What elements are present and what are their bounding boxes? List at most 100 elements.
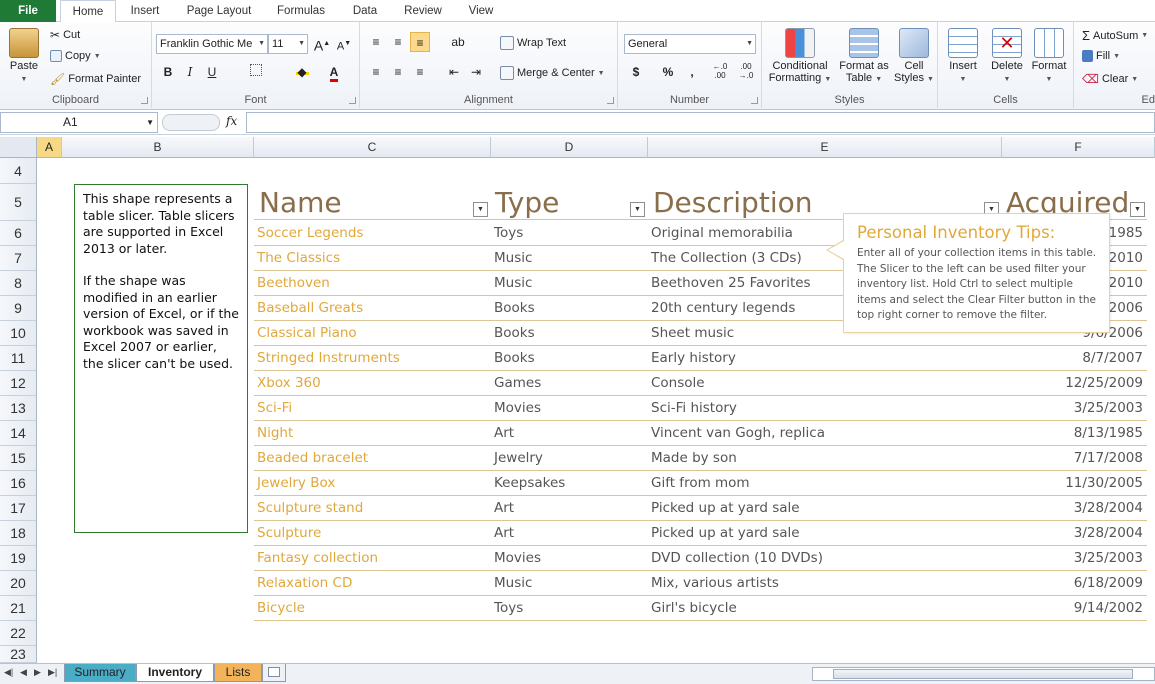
- table-cell-description[interactable]: Girl's bicycle: [651, 600, 737, 616]
- tab-view[interactable]: View: [460, 0, 502, 22]
- row-header-6[interactable]: 6: [0, 221, 37, 246]
- table-cell-name[interactable]: Stringed Instruments: [257, 350, 400, 366]
- table-cell-description[interactable]: Console: [651, 375, 705, 391]
- table-cell-type[interactable]: Music: [494, 575, 532, 591]
- align-center-icon[interactable]: ≡: [388, 62, 408, 82]
- column-header-c[interactable]: C: [254, 137, 491, 158]
- row-header-19[interactable]: 19: [0, 546, 37, 571]
- row-header-5[interactable]: 5: [0, 184, 37, 221]
- table-cell-name[interactable]: Sci-Fi: [257, 400, 292, 416]
- table-cell-description[interactable]: Made by son: [651, 450, 737, 466]
- table-cell-description[interactable]: Picked up at yard sale: [651, 525, 800, 541]
- table-cell-type[interactable]: Movies: [494, 550, 541, 566]
- table-cell-type[interactable]: Art: [494, 500, 514, 516]
- alignment-launcher-icon[interactable]: [607, 97, 614, 104]
- font-color-button[interactable]: A: [324, 62, 344, 82]
- row-header-15[interactable]: 15: [0, 446, 37, 471]
- table-cell-description[interactable]: The Collection (3 CDs): [651, 250, 802, 266]
- insert-function-button[interactable]: fx: [226, 114, 237, 128]
- first-sheet-icon[interactable]: ◀|: [4, 667, 13, 678]
- table-cell-description[interactable]: Sci-Fi history: [651, 400, 737, 416]
- cut-button[interactable]: ✂ Cut: [50, 28, 80, 42]
- next-sheet-icon[interactable]: ▶: [34, 667, 41, 678]
- tab-file[interactable]: File: [0, 0, 56, 22]
- format-cells-button[interactable]: Format ▼: [1028, 28, 1070, 86]
- table-cell-type[interactable]: Books: [494, 350, 535, 366]
- cell-styles-button[interactable]: Cell Styles ▼: [892, 28, 936, 86]
- scrollbar-thumb[interactable]: [833, 669, 1133, 679]
- column-header-e[interactable]: E: [648, 137, 1002, 158]
- table-cell-acquired[interactable]: 3/25/2003: [1000, 400, 1143, 416]
- select-all-corner[interactable]: [0, 137, 37, 158]
- font-launcher-icon[interactable]: [349, 97, 356, 104]
- number-format-combo[interactable]: General ▼: [624, 34, 756, 54]
- table-cell-name[interactable]: Sculpture stand: [257, 500, 363, 516]
- horizontal-scrollbar[interactable]: [812, 667, 1155, 681]
- sheet-tab-inventory[interactable]: Inventory: [136, 664, 214, 682]
- column-header-b[interactable]: B: [62, 137, 254, 158]
- tab-data[interactable]: Data: [344, 0, 386, 22]
- column-header-f[interactable]: F: [1002, 137, 1155, 158]
- table-cell-acquired[interactable]: 8/7/2007: [1000, 350, 1143, 366]
- row-header-10[interactable]: 10: [0, 321, 37, 346]
- row-header-20[interactable]: 20: [0, 571, 37, 596]
- table-cell-type[interactable]: Toys: [494, 600, 523, 616]
- table-cell-name[interactable]: Relaxation CD: [257, 575, 352, 591]
- prev-sheet-icon[interactable]: ◀: [20, 667, 27, 678]
- currency-button[interactable]: $: [626, 62, 646, 82]
- table-cell-acquired[interactable]: 3/28/2004: [1000, 525, 1143, 541]
- table-cell-acquired[interactable]: 3/25/2003: [1000, 550, 1143, 566]
- row-header-14[interactable]: 14: [0, 421, 37, 446]
- table-cell-description[interactable]: 20th century legends: [651, 300, 795, 316]
- paste-button[interactable]: Paste ▼: [4, 28, 44, 86]
- column-header-a[interactable]: A: [37, 137, 62, 158]
- increase-decimal-button[interactable]: ←.0 .00: [708, 62, 732, 82]
- decrease-decimal-button[interactable]: .00 →.0: [734, 62, 758, 82]
- table-cell-description[interactable]: Original memorabilia: [651, 225, 793, 241]
- name-box[interactable]: A1 ▼: [0, 112, 158, 133]
- row-header-17[interactable]: 17: [0, 496, 37, 521]
- table-cell-description[interactable]: Early history: [651, 350, 736, 366]
- row-header-21[interactable]: 21: [0, 596, 37, 621]
- table-cell-acquired[interactable]: 7/17/2008: [1000, 450, 1143, 466]
- font-family-combo[interactable]: Franklin Gothic Me ▼: [156, 34, 268, 54]
- align-right-icon[interactable]: ≡: [410, 62, 430, 82]
- table-cell-name[interactable]: Baseball Greats: [257, 300, 363, 316]
- table-cell-acquired[interactable]: 6/18/2009: [1000, 575, 1143, 591]
- align-middle-icon[interactable]: ≡: [388, 32, 408, 52]
- table-cell-acquired[interactable]: 9/14/2002: [1000, 600, 1143, 616]
- formula-bar-splitter-icon[interactable]: [162, 114, 220, 131]
- row-header-8[interactable]: 8: [0, 271, 37, 296]
- decrease-indent-icon[interactable]: ⇤: [444, 62, 464, 82]
- number-launcher-icon[interactable]: [751, 97, 758, 104]
- align-left-icon[interactable]: ≡: [366, 62, 386, 82]
- tab-formulas[interactable]: Formulas: [270, 0, 332, 22]
- table-cell-type[interactable]: Jewelry: [494, 450, 543, 466]
- sheet-tab-summary[interactable]: Summary: [64, 664, 136, 682]
- italic-button[interactable]: I: [180, 62, 200, 82]
- last-sheet-icon[interactable]: ▶|: [48, 667, 57, 678]
- row-header-9[interactable]: 9: [0, 296, 37, 321]
- row-header-4[interactable]: 4: [0, 158, 37, 184]
- table-cell-name[interactable]: Soccer Legends: [257, 225, 363, 241]
- filter-dropdown-type-icon[interactable]: ▼: [630, 202, 645, 217]
- row-header-18[interactable]: 18: [0, 521, 37, 546]
- tab-insert[interactable]: Insert: [122, 0, 168, 22]
- table-cell-description[interactable]: Beethoven 25 Favorites: [651, 275, 811, 291]
- tab-page-layout[interactable]: Page Layout: [180, 0, 258, 22]
- table-cell-name[interactable]: Fantasy collection: [257, 550, 378, 566]
- table-cell-type[interactable]: Movies: [494, 400, 541, 416]
- tips-callout[interactable]: Personal Inventory Tips: Enter all of yo…: [843, 213, 1110, 333]
- table-cell-name[interactable]: Night: [257, 425, 293, 441]
- table-cell-acquired[interactable]: 3/28/2004: [1000, 500, 1143, 516]
- table-cell-description[interactable]: DVD collection (10 DVDs): [651, 550, 823, 566]
- tab-review[interactable]: Review: [398, 0, 448, 22]
- table-cell-name[interactable]: Bicycle: [257, 600, 305, 616]
- table-cell-acquired[interactable]: 8/13/1985: [1000, 425, 1143, 441]
- table-cell-name[interactable]: Classical Piano: [257, 325, 357, 341]
- grow-font-button[interactable]: A▲: [312, 34, 332, 54]
- table-cell-name[interactable]: The Classics: [257, 250, 340, 266]
- row-header-23[interactable]: 23: [0, 646, 37, 663]
- shrink-font-button[interactable]: A▼: [334, 34, 354, 54]
- formula-input[interactable]: [246, 112, 1155, 133]
